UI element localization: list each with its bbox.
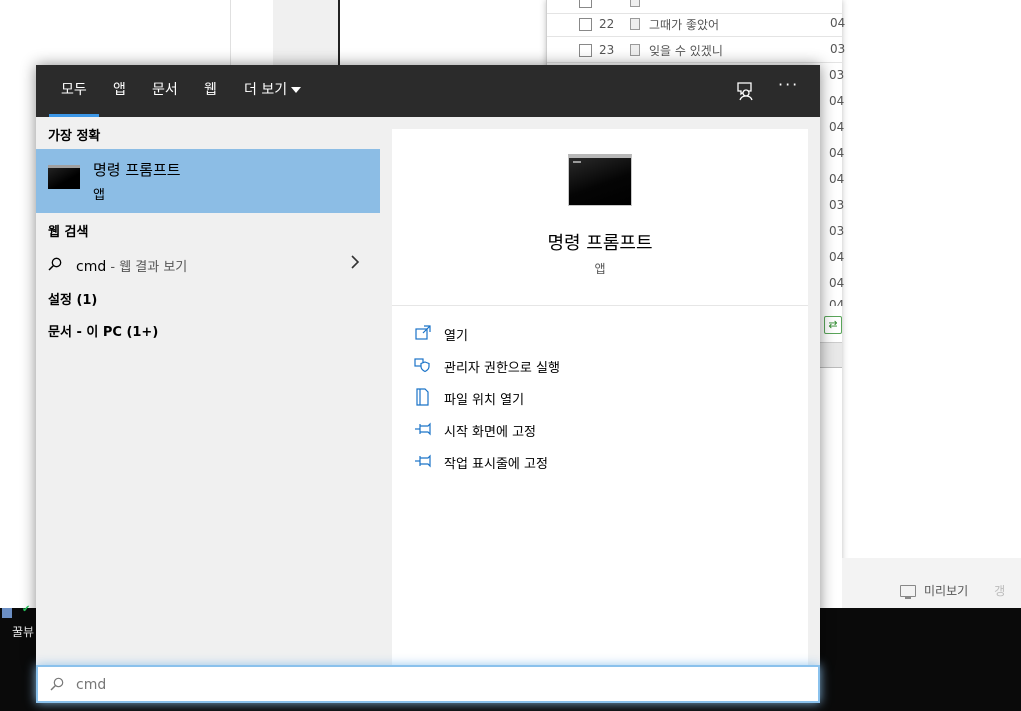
tab-more[interactable]: 더 보기 [244, 65, 302, 117]
tab-label: 앱 [113, 82, 126, 98]
tab-web[interactable]: 웹 [204, 65, 217, 117]
divider [392, 305, 808, 306]
list-item[interactable]: 22 그때가 좋았어 04 [547, 12, 846, 37]
row-date: 04 [829, 250, 845, 264]
file-location-icon [416, 388, 429, 406]
run-as-admin-action[interactable]: 관리자 권한으로 실행 [414, 354, 794, 378]
best-match-heading: 가장 정확 [48, 129, 101, 144]
desktop-shortcut-icon[interactable] [2, 608, 12, 618]
tab-label: 웹 [204, 82, 217, 98]
web-search-text: cmd - 웹 결과 보기 [76, 256, 187, 275]
caret-down-icon [291, 87, 302, 93]
swap-icon[interactable]: ⇄ [824, 316, 842, 334]
pin-icon [415, 422, 431, 436]
action-label: 작업 표시줄에 고정 [444, 457, 548, 472]
detail-subtitle: 앱 [594, 262, 606, 276]
more-options-icon[interactable]: ··· [778, 75, 799, 94]
row-date: 03 [829, 224, 845, 238]
best-match-title: 명령 프롬프트 [93, 161, 181, 179]
cut-off-label: 갱 [994, 584, 1006, 598]
search-input[interactable] [76, 671, 776, 699]
row-date: 04 [830, 16, 846, 30]
row-date: 04 [829, 120, 845, 134]
row-date: 04 [829, 146, 845, 160]
row-checkbox[interactable] [579, 18, 592, 31]
chevron-right-icon[interactable] [350, 255, 360, 269]
action-label: 열기 [444, 329, 468, 344]
detail-title: 명령 프롬프트 [547, 233, 653, 254]
preview-button[interactable]: 미리보기 갱 [900, 582, 1005, 599]
row-date: 04 [829, 276, 845, 290]
row-date: 04 [829, 172, 845, 186]
row-date: 04 [829, 94, 845, 108]
shield-icon [414, 358, 430, 373]
document-icon [630, 0, 640, 7]
pin-to-taskbar-action[interactable]: 작업 표시줄에 고정 [414, 450, 794, 474]
row-title: 잊을 수 있겠니 [649, 44, 723, 58]
row-number: 22 [599, 17, 615, 31]
best-match-item[interactable]: 명령 프롬프트 앱 [36, 149, 380, 213]
open-icon [415, 325, 431, 340]
background-divider [338, 0, 340, 66]
web-result-hint: - 웹 결과 보기 [106, 260, 188, 275]
tab-documents[interactable]: 문서 [152, 65, 178, 117]
detail-pane: 명령 프롬프트 앱 열기 관리자 권한으로 실행 파일 위치 열기 시작 화면에… [392, 129, 808, 665]
row-title: 그때가 좋았어 [649, 18, 720, 32]
row-checkbox[interactable] [579, 0, 592, 8]
search-box[interactable] [36, 665, 820, 703]
document-icon [630, 44, 640, 56]
row-date: 03 [829, 198, 845, 212]
action-label: 파일 위치 열기 [444, 393, 525, 408]
document-icon [630, 18, 640, 30]
results-list: 가장 정확 명령 프롬프트 앱 웹 검색 cmd - 웹 결과 보기 설정 (1… [36, 117, 380, 665]
search-icon [48, 257, 62, 271]
pin-icon [415, 454, 431, 468]
best-match-subtitle: 앱 [93, 188, 105, 203]
open-file-location-action[interactable]: 파일 위치 열기 [414, 386, 794, 410]
monitor-icon [900, 584, 916, 599]
web-search-item[interactable]: cmd - 웹 결과 보기 [36, 249, 380, 279]
row-date: 03 [830, 42, 846, 56]
row-date: 03 [829, 68, 845, 82]
settings-heading[interactable]: 설정 (1) [48, 289, 97, 308]
sync-check-icon: ✔ [22, 604, 31, 615]
tab-label: 모두 [61, 82, 87, 98]
background-toolbar [820, 342, 842, 368]
search-icon [50, 677, 64, 691]
desktop-shortcut-label: 꿀뷰 [12, 625, 35, 639]
web-query: cmd [76, 259, 107, 275]
action-label: 관리자 권한으로 실행 [444, 361, 560, 376]
preview-label: 미리보기 [924, 584, 969, 598]
command-prompt-icon [48, 165, 80, 189]
tab-apps[interactable]: 앱 [113, 65, 126, 117]
search-panel: 모두 앱 문서 웹 더 보기 ··· 가장 정확 명령 프롬프트 앱 웹 검색 … [36, 65, 820, 665]
web-search-heading: 웹 검색 [48, 225, 89, 240]
row-date: 04 [829, 298, 845, 306]
pin-to-start-action[interactable]: 시작 화면에 고정 [414, 418, 794, 442]
documents-heading[interactable]: 문서 - 이 PC (1+) [48, 321, 158, 340]
tab-label: 더 보기 [244, 82, 288, 98]
list-item[interactable]: 23 잊을 수 있겠니 03 [547, 38, 846, 63]
row-checkbox[interactable] [579, 44, 592, 57]
search-tabs-header: 모두 앱 문서 웹 더 보기 ··· [36, 65, 820, 117]
tab-all[interactable]: 모두 [49, 65, 99, 117]
action-label: 시작 화면에 고정 [444, 425, 536, 440]
row-number: 23 [599, 43, 615, 57]
open-action[interactable]: 열기 [414, 322, 794, 346]
tab-label: 문서 [152, 82, 178, 98]
command-prompt-icon [568, 154, 632, 206]
feedback-icon[interactable] [734, 79, 758, 103]
